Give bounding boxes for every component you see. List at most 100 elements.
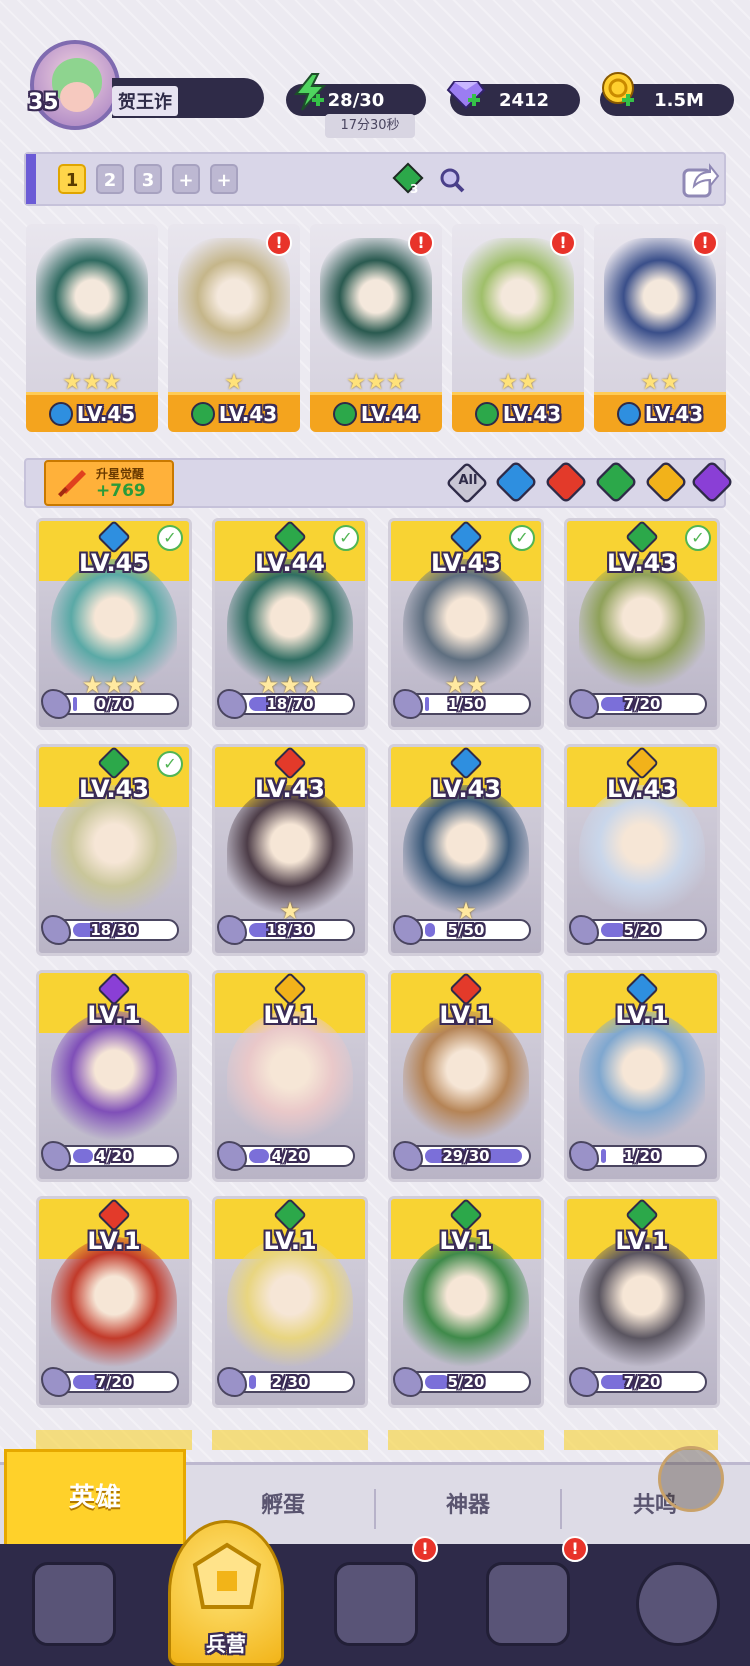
hero-level: LV.1 — [263, 1227, 317, 1255]
nature-element-icon — [332, 401, 357, 426]
hero-card[interactable]: LV.43 ★ 5/50 — [388, 744, 544, 956]
hero-level: LV.44 — [255, 549, 325, 577]
nature-token-icon[interactable] — [390, 162, 426, 198]
hero-portrait — [51, 785, 177, 915]
hero-level: LV.43 — [607, 549, 677, 577]
nav-mushroom-icon[interactable] — [636, 1562, 720, 1646]
team-hero-slot[interactable]: ★★ LV.43 ! — [452, 224, 584, 432]
nav-alert-badge: ! — [412, 1536, 438, 1562]
hero-card[interactable]: LV.1 29/30 — [388, 970, 544, 1182]
hero-card[interactable]: ✓ LV.44 ★★★ 18/70 — [212, 518, 368, 730]
water-element-icon — [48, 401, 73, 426]
nav-barracks-label: 兵营 — [206, 1632, 246, 1656]
hero-level: LV.44 — [360, 401, 420, 426]
hero-card[interactable]: LV.1 2/30 — [212, 1196, 368, 1408]
hero-portrait — [36, 238, 148, 368]
hero-portrait — [51, 1237, 177, 1367]
team-hero-slot[interactable]: ★★★ LV.45 — [26, 224, 158, 432]
nav-alert-badge: ! — [562, 1536, 588, 1562]
hero-portrait — [403, 1011, 529, 1141]
roster-next-row — [36, 1430, 718, 1450]
hero-portrait — [604, 238, 716, 368]
gold-value: 1.5M — [654, 89, 704, 111]
hero-portrait — [403, 785, 529, 915]
nav-barracks[interactable]: 兵营 — [168, 1520, 284, 1666]
lightning-icon — [293, 73, 327, 111]
hero-level: LV.43 — [79, 775, 149, 803]
hero-card[interactable]: LV.1 7/20 — [36, 1196, 192, 1408]
hero-card[interactable]: LV.43 5/20 — [564, 744, 720, 956]
hero-level: LV.43 — [431, 549, 501, 577]
hero-level-bar: LV.43 — [168, 392, 300, 432]
hero-portrait — [178, 238, 290, 368]
share-icon[interactable] — [680, 160, 720, 200]
hero-level: LV.45 — [76, 401, 136, 426]
check-icon: ✓ — [157, 525, 183, 551]
check-icon: ✓ — [157, 751, 183, 777]
hero-portrait — [403, 1237, 529, 1367]
check-icon: ✓ — [333, 525, 359, 551]
tab-artifact[interactable]: 神器 — [378, 1465, 558, 1547]
search-icon[interactable] — [438, 166, 466, 194]
energy-value: 28/30 — [327, 89, 385, 111]
hero-portrait — [227, 559, 353, 689]
hero-level: LV.1 — [439, 1001, 493, 1029]
section-tabs: 英雄 孵蛋 神器 共鸣 — [0, 1449, 750, 1547]
team-hero-slot[interactable]: ★ LV.43 ! — [168, 224, 300, 432]
star-up-label: 升星觉醒 — [96, 467, 145, 481]
hero-card[interactable]: LV.43 ★ 18/30 — [212, 744, 368, 956]
hero-card[interactable]: LV.1 4/20 — [212, 970, 368, 1182]
nav-map-book-icon[interactable] — [334, 1562, 418, 1646]
hero-level: LV.1 — [615, 1227, 669, 1255]
team-hero-slot[interactable]: ★★★ LV.44 ! — [310, 224, 442, 432]
tab-heroes[interactable]: 英雄 — [4, 1449, 186, 1547]
hero-level: LV.1 — [439, 1227, 493, 1255]
hero-level: LV.1 — [87, 1227, 141, 1255]
hero-portrait — [51, 559, 177, 689]
hero-portrait — [579, 559, 705, 689]
hero-level: LV.43 — [218, 401, 278, 426]
bottom-nav — [0, 1544, 750, 1666]
hero-level: LV.1 — [87, 1001, 141, 1029]
player-name-box: 贺王诈 — [112, 78, 264, 118]
hero-card[interactable]: ✓ LV.45 ★★★ 0/70 — [36, 518, 192, 730]
hero-card[interactable]: ✓ LV.43 18/30 — [36, 744, 192, 956]
coin-icon — [602, 72, 634, 106]
token-count: 3 — [410, 182, 419, 196]
team-tab-2[interactable]: 2 — [96, 164, 124, 194]
hero-level-bar: LV.43 — [594, 392, 726, 432]
hero-level: LV.1 — [615, 1001, 669, 1029]
hero-alert-badge: ! — [408, 230, 434, 256]
team-tab-3[interactable]: 3 — [134, 164, 162, 194]
hero-card[interactable]: LV.1 1/20 — [564, 970, 720, 1182]
hero-card[interactable]: LV.1 7/20 — [564, 1196, 720, 1408]
hero-portrait — [579, 1011, 705, 1141]
team-tab-add-2[interactable]: + — [210, 164, 238, 194]
filter-all-label: All — [458, 473, 478, 488]
hero-card[interactable]: LV.1 4/20 — [36, 970, 192, 1182]
nature-element-icon — [474, 401, 499, 426]
hero-level: LV.43 — [607, 775, 677, 803]
player-level: 35 — [28, 90, 59, 115]
nav-shrine-icon[interactable] — [486, 1562, 570, 1646]
team-hero-slot[interactable]: ★★ LV.43 ! — [594, 224, 726, 432]
star-up-value: +769 — [96, 481, 146, 501]
hero-portrait — [579, 785, 705, 915]
hero-level: LV.1 — [263, 1001, 317, 1029]
hero-level: LV.43 — [431, 775, 501, 803]
hero-portrait — [227, 785, 353, 915]
nav-cards-icon[interactable] — [32, 1562, 116, 1646]
diamond-icon — [446, 81, 486, 110]
team-tab-1[interactable]: 1 — [58, 164, 86, 194]
check-icon: ✓ — [685, 525, 711, 551]
hero-card[interactable]: ✓ LV.43 ★★ 1/50 — [388, 518, 544, 730]
hero-card[interactable]: ✓ LV.43 7/20 — [564, 518, 720, 730]
hero-card[interactable]: LV.1 5/20 — [388, 1196, 544, 1408]
player-name: 贺王诈 — [112, 86, 178, 116]
gem-value: 2412 — [498, 89, 550, 111]
star-up-button[interactable]: 升星觉醒 +769 — [44, 460, 174, 506]
nature-element-icon — [190, 401, 215, 426]
team-tab-add-1[interactable]: + — [172, 164, 200, 194]
floating-action-button[interactable] — [658, 1446, 724, 1512]
sword-icon — [58, 470, 86, 497]
